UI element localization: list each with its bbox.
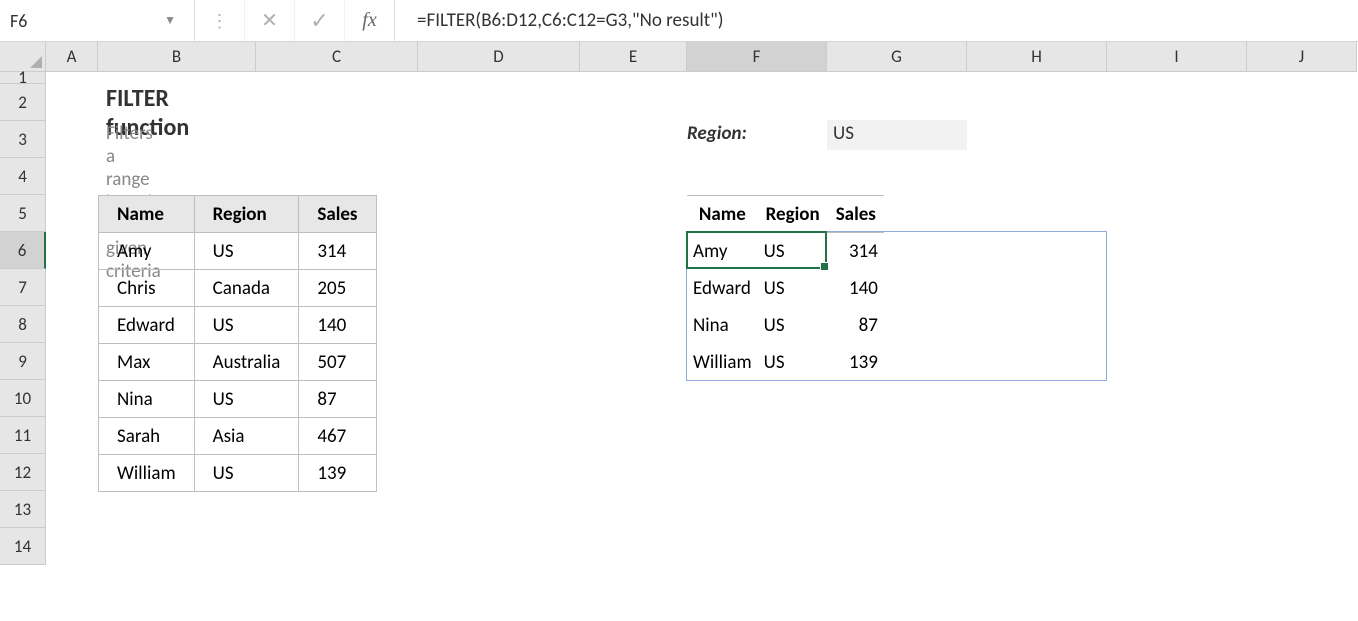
formula-input[interactable]: =FILTER(B6:D12,C6:C12=G3,"No result"): [395, 0, 1358, 41]
row-header-12[interactable]: 12: [0, 454, 46, 491]
table-cell[interactable]: US: [194, 455, 299, 492]
name-box[interactable]: F6 ▼: [0, 0, 195, 41]
result-data-table: Name Region Sales AmyUS314EdwardUS140Nin…: [687, 195, 884, 381]
col-header-G[interactable]: G: [827, 42, 967, 72]
table-cell[interactable]: 140: [828, 270, 884, 307]
col-header-F[interactable]: F: [687, 42, 827, 72]
col-header-E[interactable]: E: [580, 42, 687, 72]
table-cell[interactable]: Amy: [99, 233, 195, 270]
table-cell[interactable]: William: [99, 455, 195, 492]
table-row: EdwardUS140: [687, 270, 884, 307]
table-row: WilliamUS139: [687, 344, 884, 381]
formula-buttons: ⋮ ✕ ✓: [195, 0, 345, 41]
table-cell[interactable]: US: [758, 344, 828, 381]
col-header-H[interactable]: H: [967, 42, 1107, 72]
row-header-13[interactable]: 13: [0, 491, 46, 528]
table-cell[interactable]: Asia: [194, 418, 299, 455]
row-header-9[interactable]: 9: [0, 343, 46, 380]
table-row: NinaUS87: [687, 307, 884, 344]
row-header-7[interactable]: 7: [0, 269, 46, 306]
table-cell[interactable]: 139: [828, 344, 884, 381]
table-header-row: Name Region Sales: [687, 196, 884, 233]
name-box-dropdown-icon[interactable]: ▼: [164, 13, 176, 28]
table-cell[interactable]: 205: [299, 270, 376, 307]
row-header-11[interactable]: 11: [0, 417, 46, 454]
col-header-D[interactable]: D: [418, 42, 580, 72]
header-row: A B C D E F G H I J: [0, 42, 1357, 72]
table-cell[interactable]: Canada: [194, 270, 299, 307]
enter-icon[interactable]: ✓: [295, 0, 345, 41]
table-cell[interactable]: 140: [299, 307, 376, 344]
row-header-4[interactable]: 4: [0, 158, 46, 195]
table-header-row: Name Region Sales: [99, 196, 377, 233]
row-header-2[interactable]: 2: [0, 84, 46, 121]
table-row: NinaUS87: [99, 381, 377, 418]
result-header-sales[interactable]: Sales: [828, 196, 884, 233]
table-cell[interactable]: Nina: [687, 307, 758, 344]
cancel-icon[interactable]: ✕: [245, 0, 295, 41]
table-cell[interactable]: Amy: [687, 233, 758, 270]
row-header-8[interactable]: 8: [0, 306, 46, 343]
table-cell[interactable]: US: [194, 381, 299, 418]
row-header-5[interactable]: 5: [0, 195, 46, 232]
table-cell[interactable]: Max: [99, 344, 195, 381]
table-cell[interactable]: 139: [299, 455, 376, 492]
table-cell[interactable]: Sarah: [99, 418, 195, 455]
result-header-name[interactable]: Name: [687, 196, 758, 233]
header-sales[interactable]: Sales: [299, 196, 376, 233]
col-header-A[interactable]: A: [46, 42, 98, 72]
row-header-1[interactable]: 1: [0, 72, 46, 84]
col-header-B[interactable]: B: [98, 42, 256, 72]
grid-body: 1 2 3 4 5 6 7 8 9 10 11 12 13 14 FILTER …: [0, 72, 46, 565]
table-cell[interactable]: Edward: [687, 270, 758, 307]
table-cell[interactable]: 467: [299, 418, 376, 455]
table-row: ChrisCanada205: [99, 270, 377, 307]
table-row: AmyUS314: [687, 233, 884, 270]
table-cell[interactable]: US: [758, 307, 828, 344]
table-row: EdwardUS140: [99, 307, 377, 344]
table-cell[interactable]: US: [194, 307, 299, 344]
row-header-3[interactable]: 3: [0, 121, 46, 158]
col-header-J[interactable]: J: [1247, 42, 1357, 72]
row-headers: 1 2 3 4 5 6 7 8 9 10 11 12 13 14: [0, 72, 46, 565]
table-row: AmyUS314: [99, 233, 377, 270]
vertical-dots-icon: ⋮: [195, 0, 245, 41]
row-header-14[interactable]: 14: [0, 528, 46, 565]
name-box-value: F6: [10, 10, 27, 32]
table-cell[interactable]: 87: [828, 307, 884, 344]
table-cell[interactable]: Nina: [99, 381, 195, 418]
row-header-6[interactable]: 6: [0, 232, 46, 269]
table-cell[interactable]: 507: [299, 344, 376, 381]
region-input-cell[interactable]: US: [827, 120, 967, 150]
row-header-10[interactable]: 10: [0, 380, 46, 417]
table-row: SarahAsia467: [99, 418, 377, 455]
region-label: Region:: [687, 122, 747, 145]
table-cell[interactable]: 314: [299, 233, 376, 270]
table-cell[interactable]: US: [758, 233, 828, 270]
table-cell[interactable]: 87: [299, 381, 376, 418]
table-row: WilliamUS139: [99, 455, 377, 492]
formula-bar: F6 ▼ ⋮ ✕ ✓ fx =FILTER(B6:D12,C6:C12=G3,"…: [0, 0, 1358, 42]
header-name[interactable]: Name: [99, 196, 195, 233]
table-cell[interactable]: Australia: [194, 344, 299, 381]
fx-button[interactable]: fx: [345, 0, 395, 41]
result-header-region[interactable]: Region: [758, 196, 828, 233]
table-cell[interactable]: Chris: [99, 270, 195, 307]
table-cell[interactable]: William: [687, 344, 758, 381]
column-headers: A B C D E F G H I J: [46, 42, 1357, 72]
table-cell[interactable]: 314: [828, 233, 884, 270]
col-header-I[interactable]: I: [1107, 42, 1247, 72]
table-cell[interactable]: Edward: [99, 307, 195, 344]
table-row: MaxAustralia507: [99, 344, 377, 381]
table-cell[interactable]: US: [758, 270, 828, 307]
source-data-table: Name Region Sales AmyUS314ChrisCanada205…: [98, 195, 377, 492]
table-cell[interactable]: US: [194, 233, 299, 270]
col-header-C[interactable]: C: [256, 42, 418, 72]
header-region[interactable]: Region: [194, 196, 299, 233]
